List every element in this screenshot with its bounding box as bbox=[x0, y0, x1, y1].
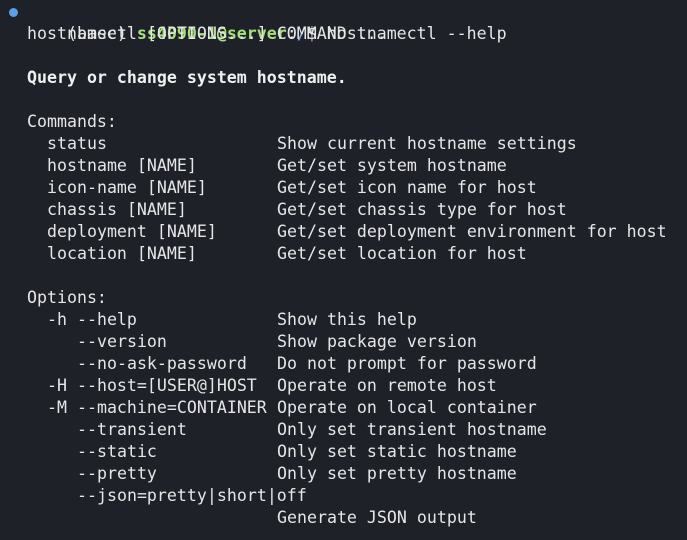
command-desc: Get/set chassis type for host bbox=[277, 200, 567, 219]
command-row: hostname [NAME] Get/set system hostname bbox=[0, 155, 687, 177]
command-name: location [NAME] bbox=[47, 244, 197, 263]
option-name: --no-ask-password bbox=[77, 354, 247, 373]
prompt-line: (base) ss4090-1@server:/$ hostnamectl --… bbox=[0, 1, 687, 43]
option-row: -h --help Show this help bbox=[0, 309, 687, 331]
option-desc: Show package version bbox=[277, 332, 477, 351]
option-desc: Operate on remote host bbox=[277, 376, 497, 395]
option-name: -h --help bbox=[47, 310, 137, 329]
command-desc: Show current hostname settings bbox=[277, 134, 577, 153]
command-name: deployment [NAME] bbox=[47, 222, 217, 241]
option-name: --version bbox=[77, 332, 167, 351]
command-name: icon-name [NAME] bbox=[47, 178, 207, 197]
option-row: Generate JSON output bbox=[0, 507, 687, 529]
command-desc: Get/set location for host bbox=[277, 244, 527, 263]
option-row: -M --machine=CONTAINER Operate on local c… bbox=[0, 397, 687, 419]
command-name: hostname [NAME] bbox=[47, 156, 197, 175]
option-desc: Do not prompt for password bbox=[277, 354, 537, 373]
commands-header: Commands: bbox=[27, 112, 117, 131]
command-desc: Get/set deployment environment for host bbox=[277, 222, 667, 241]
option-name: --json=pretty|short|off bbox=[77, 486, 307, 505]
command-row: chassis [NAME] Get/set chassis type for h… bbox=[0, 199, 687, 221]
command-desc: Get/set system hostname bbox=[277, 156, 507, 175]
option-name: --static bbox=[77, 442, 157, 461]
option-desc: Only set static hostname bbox=[277, 442, 517, 461]
option-row: --pretty Only set pretty hostname bbox=[0, 463, 687, 485]
option-row: --no-ask-password Do not prompt for passw… bbox=[0, 353, 687, 375]
option-desc: Generate JSON output bbox=[277, 508, 477, 527]
terminal-output[interactable]: (base) ss4090-1@server:/$ hostnamectl --… bbox=[0, 1, 687, 540]
option-row: --transient Only set transient hostname bbox=[0, 419, 687, 441]
command-name: status bbox=[47, 134, 107, 153]
option-row: -H --host=[USER@]HOST Operate on remote h… bbox=[0, 375, 687, 397]
option-desc: Operate on local container bbox=[277, 398, 537, 417]
usage-line: hostnamectl [OPTIONS...] COMMAND ... bbox=[27, 24, 387, 43]
command-name: chassis [NAME] bbox=[47, 200, 187, 219]
option-desc: Show this help bbox=[277, 310, 417, 329]
option-name: --pretty bbox=[77, 464, 157, 483]
option-row: --json=pretty|short|off bbox=[0, 485, 687, 507]
command-row: status Show current hostname settings bbox=[0, 133, 687, 155]
summary-line: Query or change system hostname. bbox=[27, 68, 347, 87]
command-row: deployment [NAME] Get/set deployment envi… bbox=[0, 221, 687, 243]
status-dot-icon bbox=[9, 8, 18, 17]
options-header: Options: bbox=[27, 288, 107, 307]
option-name: -M --machine=CONTAINER bbox=[47, 398, 267, 417]
option-row: --static Only set static hostname bbox=[0, 441, 687, 463]
option-row: --version Show package version bbox=[0, 331, 687, 353]
command-desc: Get/set icon name for host bbox=[277, 178, 537, 197]
option-name: -H --host=[USER@]HOST bbox=[47, 376, 257, 395]
command-row: location [NAME] Get/set location for host bbox=[0, 243, 687, 265]
option-name: --transient bbox=[77, 420, 187, 439]
option-desc: Only set pretty hostname bbox=[277, 464, 517, 483]
command-row: icon-name [NAME] Get/set icon name for ho… bbox=[0, 177, 687, 199]
option-desc: Only set transient hostname bbox=[277, 420, 547, 439]
